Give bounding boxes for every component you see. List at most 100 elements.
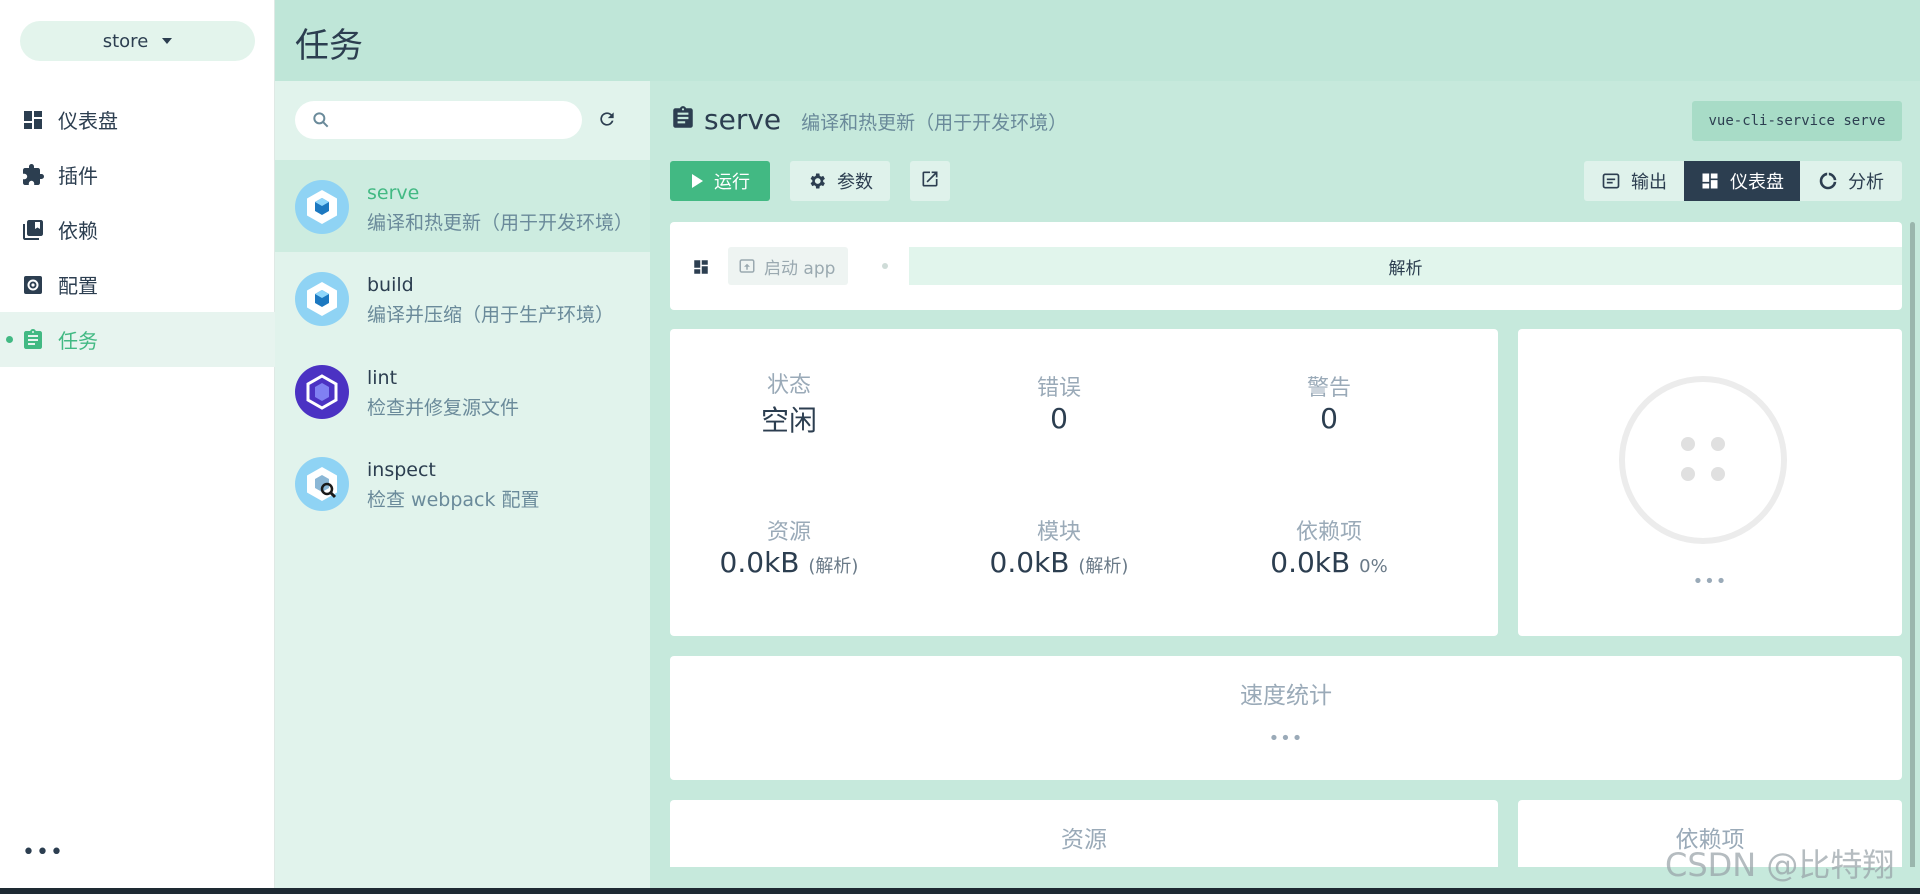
task-detail: serve 编译和热更新（用于开发环境） vue-cli-service ser… <box>650 81 1920 888</box>
puzzle-icon <box>20 162 46 188</box>
settings-icon <box>20 272 46 298</box>
search-icon <box>311 110 331 134</box>
active-indicator <box>6 336 13 343</box>
run-button[interactable]: 运行 <box>670 161 770 201</box>
open-in-browser-icon <box>738 257 756 275</box>
launch-app-button[interactable]: 启动 app <box>728 247 848 285</box>
tab-output-label: 输出 <box>1631 172 1667 193</box>
tab-dashboard-label: 仪表盘 <box>1730 172 1784 193</box>
stat-value: 0.0kB <box>989 546 1070 579</box>
caret-down-icon <box>162 38 173 44</box>
stat-value: 0.0kB <box>1270 546 1351 579</box>
stat-label: 状态 <box>766 373 811 398</box>
tab-dashboard[interactable]: 仪表盘 <box>1684 161 1800 201</box>
webpack-icon <box>295 272 349 326</box>
dashboard-icon <box>1700 171 1720 191</box>
nav-item-dependencies[interactable]: 依赖 <box>0 202 275 257</box>
stat-modules: 模块 0.0kB (解析) <box>949 514 1169 579</box>
task-name: inspect <box>367 459 436 481</box>
task-desc: 编译并压缩（用于生产环境） <box>367 304 615 326</box>
stat-label: 警告 <box>1306 376 1351 401</box>
task-desc: 编译和热更新（用于开发环境） <box>367 212 634 234</box>
params-label: 参数 <box>837 172 873 193</box>
loading-dot <box>1681 437 1695 451</box>
webpack-inspect-icon <box>295 457 349 511</box>
dashboard-icon <box>20 107 46 133</box>
stat-note: (解析) <box>1078 556 1129 577</box>
task-desc: 检查 webpack 配置 <box>367 489 540 511</box>
scrollbar[interactable] <box>1910 222 1915 888</box>
nav-item-label: 配置 <box>58 274 98 298</box>
project-name: store <box>102 30 149 52</box>
open-in-new-icon <box>920 169 940 194</box>
progress-chart-widget: ••• <box>1518 329 1902 636</box>
stat-dependencies: 依赖项 0.0kB 0% <box>1219 514 1439 579</box>
play-icon <box>690 173 704 189</box>
more-icon: ••• <box>1268 728 1304 749</box>
clipboard-icon <box>670 105 696 135</box>
terminal-icon <box>1601 171 1621 191</box>
nav-item-plugins[interactable]: 插件 <box>0 147 275 202</box>
eslint-icon <box>295 365 349 419</box>
stat-label: 模块 <box>1036 520 1081 545</box>
open-external-button[interactable] <box>910 161 950 201</box>
progress-label: 解析 <box>1388 258 1423 279</box>
refresh-icon[interactable] <box>597 109 617 133</box>
loading-dot <box>1711 437 1725 451</box>
loading-dot <box>1711 467 1725 481</box>
nav-item-tasks[interactable]: 任务 <box>0 312 275 367</box>
task-item-build[interactable]: build 编译并压缩（用于生产环境） <box>275 252 650 344</box>
stat-assets: 资源 0.0kB (解析) <box>679 514 899 579</box>
card-title: 资源 <box>1061 827 1107 853</box>
stat-note: 0% <box>1359 556 1388 577</box>
tab-output[interactable]: 输出 <box>1584 161 1684 201</box>
page-header: 任务 <box>275 0 1920 81</box>
command-badge: vue-cli-service serve <box>1692 101 1902 141</box>
empty-donut-chart <box>1619 376 1787 544</box>
gear-icon <box>807 171 827 191</box>
task-title: serve <box>704 103 782 136</box>
stat-label: 错误 <box>1036 376 1081 401</box>
task-item-lint[interactable]: lint 检查并修复源文件 <box>275 345 650 437</box>
nav-item-dashboard[interactable]: 仪表盘 <box>0 92 275 147</box>
task-header: serve 编译和热更新（用于开发环境） <box>670 103 1067 136</box>
nav-item-label: 依赖 <box>58 219 98 243</box>
dashboard-toolbar: 启动 app 解析 <box>670 222 1902 310</box>
nav-item-label: 任务 <box>58 329 98 353</box>
task-name: lint <box>367 367 398 389</box>
project-selector[interactable]: store <box>20 21 255 61</box>
webpack-icon <box>295 180 349 234</box>
task-item-inspect[interactable]: inspect 检查 webpack 配置 <box>275 437 650 529</box>
task-item-serve[interactable]: serve 编译和热更新（用于开发环境） <box>275 160 650 252</box>
clipboard-icon <box>20 327 46 353</box>
progress-bar: 解析 <box>909 247 1902 285</box>
status-dot <box>882 263 888 269</box>
stat-errors: 错误 0 <box>959 370 1159 435</box>
left-nav: store 仪表盘 插件 依赖 配置 任务 ••• <box>0 0 275 888</box>
grid-icon <box>692 258 710 280</box>
nav-item-config[interactable]: 配置 <box>0 257 275 312</box>
nav-list: 仪表盘 插件 依赖 配置 任务 <box>0 92 275 367</box>
stat-value: 0 <box>1320 402 1338 435</box>
donut-chart-icon <box>1818 171 1838 191</box>
task-name: build <box>367 274 414 296</box>
params-button[interactable]: 参数 <box>790 161 890 201</box>
task-name: serve <box>367 182 420 204</box>
more-icon[interactable]: ••• <box>22 840 64 865</box>
launch-app-label: 启动 app <box>764 258 836 279</box>
stat-warnings: 警告 0 <box>1229 370 1429 435</box>
nav-item-label: 仪表盘 <box>58 109 118 133</box>
loading-dot <box>1681 467 1695 481</box>
task-list-panel: serve 编译和热更新（用于开发环境） build 编译并压缩（用于生产环境）… <box>275 81 650 888</box>
run-label: 运行 <box>714 172 750 193</box>
watermark: CSDN @比特翔 <box>1665 846 1895 884</box>
card-title: 速度统计 <box>1240 683 1332 709</box>
tab-analyze[interactable]: 分析 <box>1800 161 1902 201</box>
search-input[interactable] <box>339 107 569 133</box>
page-title: 任务 <box>295 26 363 66</box>
stat-label: 资源 <box>766 520 811 545</box>
nav-item-label: 插件 <box>58 164 98 188</box>
stat-label: 依赖项 <box>1295 520 1362 545</box>
search-box <box>295 101 582 139</box>
task-desc: 检查并修复源文件 <box>367 397 520 419</box>
